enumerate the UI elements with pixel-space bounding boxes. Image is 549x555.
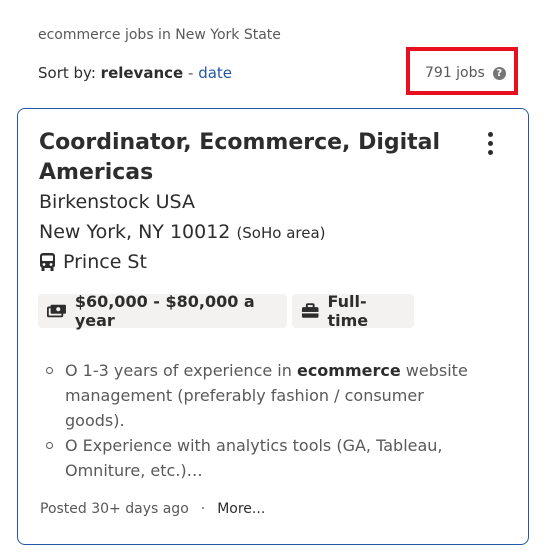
company-name: Birkenstock USA: [39, 191, 195, 213]
sort-prefix: Sort by:: [38, 64, 96, 82]
job-type-text: Full-time: [327, 292, 369, 330]
job-count-label: 791 jobs: [425, 65, 485, 81]
transit-info: Prince St: [39, 251, 147, 273]
card-footer: Posted 30+ days ago · More...: [40, 501, 265, 517]
money-icon: [47, 304, 66, 318]
more-link[interactable]: More...: [217, 501, 265, 517]
snippet-item: O 1-3 years of experience in ecommerce w…: [42, 358, 482, 433]
salary-text: $60,000 - $80,000 a year: [74, 292, 255, 330]
bus-icon: [40, 253, 55, 271]
footer-separator: ·: [200, 501, 206, 517]
sort-date-link[interactable]: date: [198, 64, 232, 82]
job-snippet: O 1-3 years of experience in ecommerce w…: [42, 358, 482, 483]
snippet-item: O Experience with analytics tools (GA, T…: [42, 433, 482, 483]
transit-station: Prince St: [63, 251, 147, 273]
sort-bar: Sort by: relevance - date: [38, 64, 232, 82]
sort-relevance: relevance: [100, 64, 184, 82]
location-text: New York, NY 10012: [39, 221, 231, 243]
posted-date: Posted 30+ days ago: [40, 501, 189, 517]
help-icon[interactable]: ?: [492, 66, 506, 80]
job-count: 791 jobs ?: [425, 65, 506, 81]
job-title[interactable]: Coordinator, Ecommerce, Digital Americas: [39, 128, 459, 188]
job-type-pill: Full-time: [292, 292, 414, 330]
briefcase-icon: [301, 303, 319, 318]
kebab-menu-icon[interactable]: [480, 132, 500, 160]
breadcrumb: ecommerce jobs in New York State: [38, 27, 281, 43]
sort-separator: -: [187, 64, 194, 82]
job-location: New York, NY 10012 (SoHo area): [39, 221, 326, 243]
location-area: (SoHo area): [236, 224, 326, 242]
salary-pill: $60,000 - $80,000 a year: [38, 292, 287, 330]
